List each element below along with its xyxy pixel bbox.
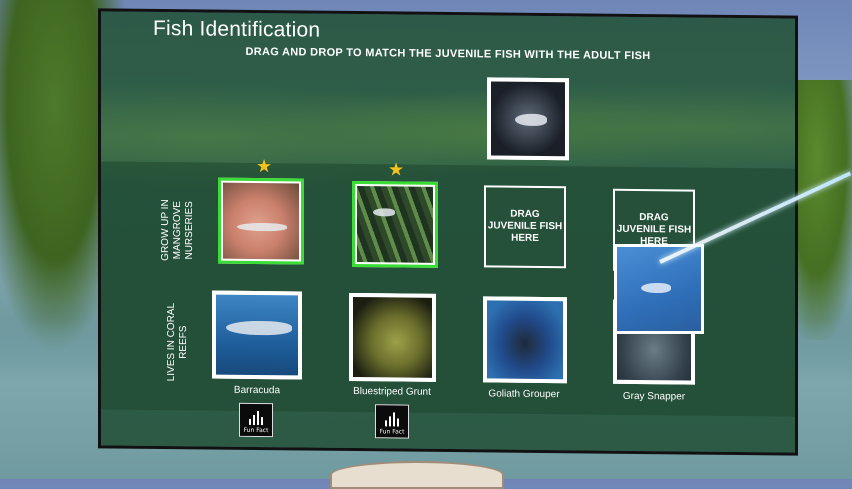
star-icon: ★ — [388, 159, 405, 180]
fish-name-barracuda: Barracuda — [233, 384, 281, 397]
fun-fact-button-bluestriped-grunt[interactable]: Fun Fact — [375, 404, 409, 439]
row-label-mangrove: GROW UP IN MANGROVE NURSERIES — [160, 199, 195, 261]
fun-fact-label: Fun Fact — [243, 426, 269, 435]
adult-fish-card-barracuda — [212, 290, 302, 380]
row-label-coral: LIVES IN CORAL REEFS — [166, 302, 189, 382]
background-dock — [330, 461, 504, 489]
juvenile-fish-card-unplaced[interactable] — [487, 77, 569, 161]
fish-name-gray-snapper: Gray Snapper — [622, 390, 686, 403]
star-icon: ★ — [256, 155, 273, 177]
juvenile-fish-image — [491, 81, 565, 157]
fish-name-bluestriped-grunt: Bluestriped Grunt — [353, 386, 431, 398]
adult-fish-card-goliath-grouper — [483, 296, 567, 384]
juvenile-fish-image — [641, 283, 671, 293]
bluestriped-grunt-image — [353, 297, 432, 378]
juvenile-fish-card-matched[interactable] — [352, 180, 438, 268]
fish-identification-panel: Fish Identification DRAG AND DROP TO MAT… — [98, 8, 798, 456]
audio-bars-icon — [249, 410, 265, 426]
dragged-juvenile-fish-card[interactable] — [614, 244, 704, 334]
barracuda-image — [216, 294, 298, 376]
page-title: Fish Identification — [153, 16, 321, 42]
audio-bars-icon — [385, 412, 401, 427]
goliath-grouper-image — [487, 300, 563, 380]
juvenile-barracuda-image — [223, 182, 299, 260]
drop-slot-goliath-grouper[interactable]: DRAG JUVENILE FISH HERE — [484, 185, 566, 269]
fish-name-goliath-grouper: Goliath Grouper — [488, 388, 560, 401]
fun-fact-button-barracuda[interactable]: Fun Fact — [239, 402, 273, 438]
fun-fact-label: Fun Fact — [379, 428, 405, 436]
juvenile-grunt-image — [357, 186, 433, 263]
juvenile-fish-card-matched[interactable] — [218, 177, 304, 265]
adult-fish-card-bluestriped-grunt — [349, 292, 436, 382]
